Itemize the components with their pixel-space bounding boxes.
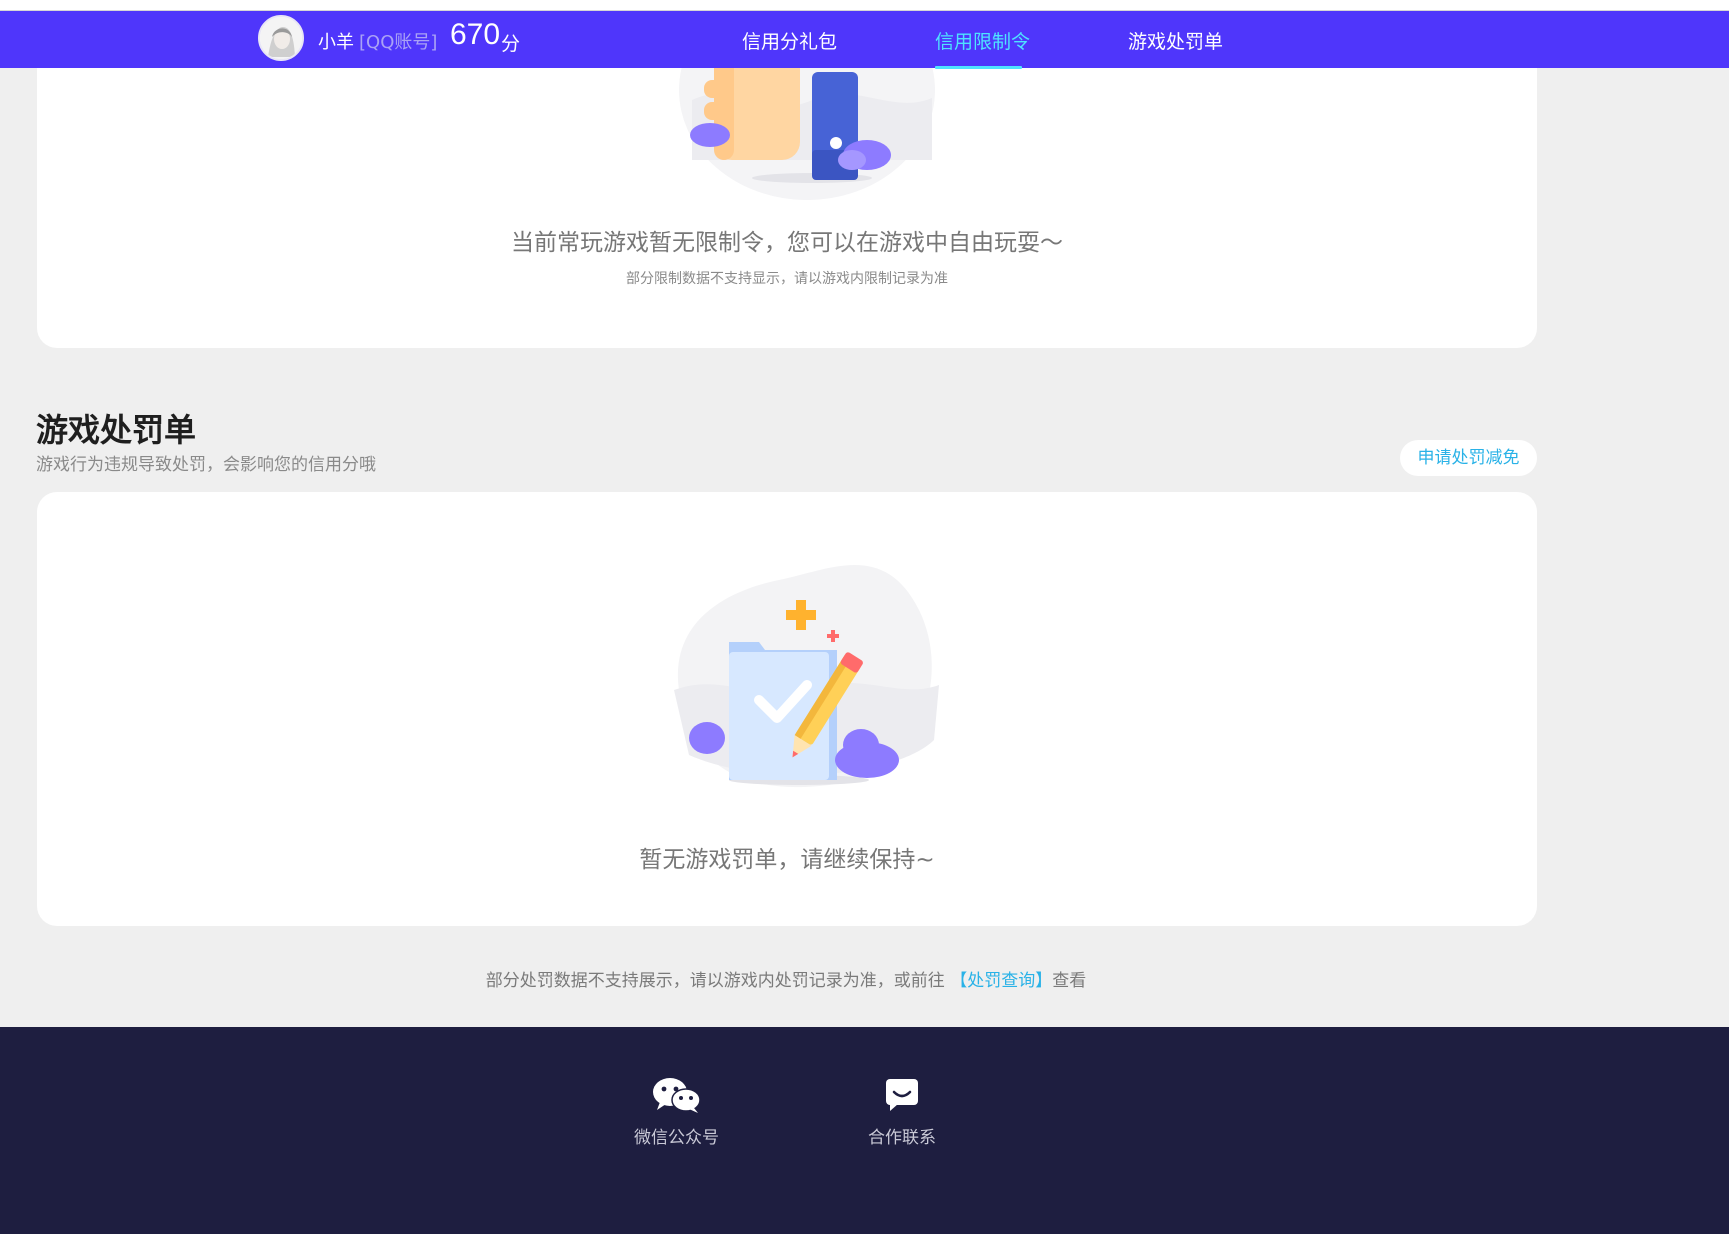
user-name: 小羊 <box>318 32 354 53</box>
tab-game-penalty[interactable]: 游戏处罚单 <box>1128 27 1223 54</box>
document-check-pencil-icon <box>674 565 939 788</box>
credit-score-unit: 分 <box>501 33 521 55</box>
restriction-empty-title: 当前常玩游戏暂无限制令，您可以在游戏中自由玩耍～ <box>511 230 1063 256</box>
top-nav-bar: 小羊 [QQ账号] 670 分 信用分礼包 信用限制令 游戏处罚单 <box>0 11 1729 69</box>
wechat-icon <box>652 1078 701 1113</box>
chat-bubble-icon <box>886 1079 918 1111</box>
tab-credit-restriction[interactable]: 信用限制令 <box>935 27 1030 54</box>
penalty-footnote: 部分处罚数据不支持展示，请以游戏内处罚记录为准，或前往 【处罚查询】查看 <box>0 966 1572 991</box>
footer-contact-label: 合作联系 <box>868 1128 936 1148</box>
footer-wechat-account[interactable]: 微信公众号 <box>634 1077 719 1148</box>
footer: 微信公众号 合作联系 <box>0 1027 1729 1234</box>
restriction-empty-note: 部分限制数据不支持显示，请以游戏内限制记录为准 <box>626 271 948 287</box>
active-tab-indicator <box>935 66 1022 69</box>
penalty-section-description: 游戏行为违规导致处罚，会影响您的信用分哦 <box>36 455 376 475</box>
footnote-suffix: 查看 <box>1052 971 1087 991</box>
account-type-label: [QQ账号] <box>359 32 438 53</box>
footer-wechat-label: 微信公众号 <box>634 1128 719 1148</box>
penalty-query-link[interactable]: 【处罚查询】 <box>950 971 1052 991</box>
avatar-image <box>260 17 302 59</box>
penalty-section-title: 游戏处罚单 <box>36 411 197 449</box>
credit-score-value: 670 <box>450 18 501 51</box>
penalty-empty-title: 暂无游戏罚单，请继续保持~ <box>639 847 935 873</box>
footnote-prefix: 部分处罚数据不支持展示，请以游戏内处罚记录为准，或前往 <box>485 971 945 991</box>
avatar[interactable] <box>258 15 304 61</box>
browser-top-strip <box>0 0 1729 11</box>
restriction-card: 当前常玩游戏暂无限制令，您可以在游戏中自由玩耍～ 部分限制数据不支持显示，请以游… <box>37 20 1537 348</box>
footer-cooperation-contact[interactable]: 合作联系 <box>868 1077 936 1148</box>
tab-credit-gift[interactable]: 信用分礼包 <box>742 27 837 54</box>
apply-penalty-reduction-button[interactable]: 申请处罚减免 <box>1400 440 1537 476</box>
penalty-card: 暂无游戏罚单，请继续保持~ <box>37 492 1537 926</box>
